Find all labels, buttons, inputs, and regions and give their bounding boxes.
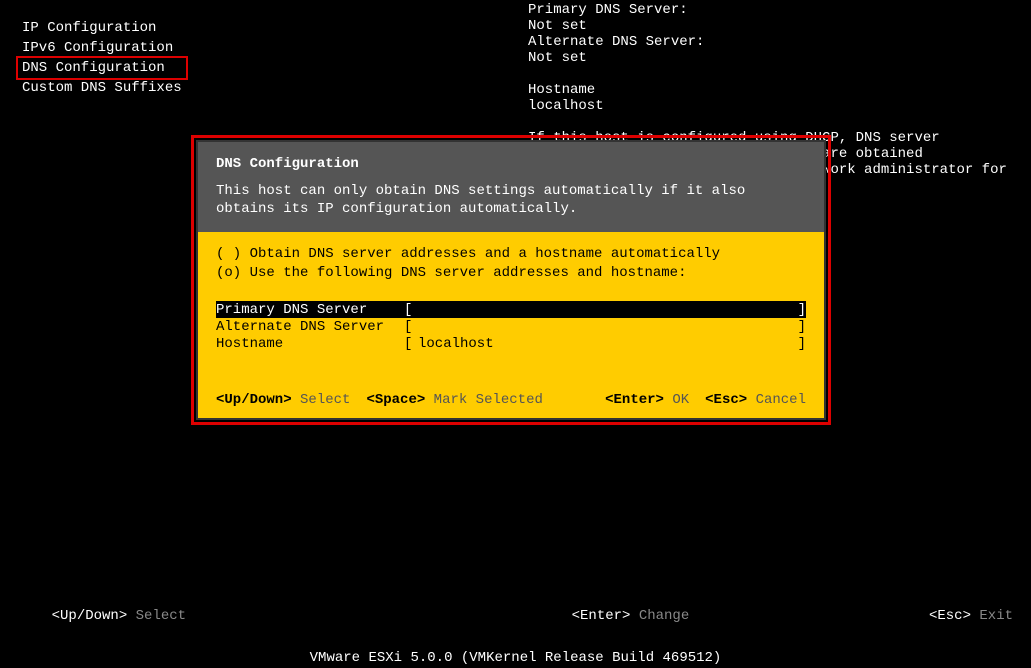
dialog-dns-configuration: DNS Configuration This host can only obt… [196, 140, 826, 420]
key-updown: <Up/Down> [216, 392, 292, 408]
menu-item-dns-config[interactable]: DNS Configuration [18, 58, 186, 78]
alternate-dns-label: Alternate DNS Server: [528, 34, 1008, 50]
key-updown: <Up/Down> [52, 608, 128, 624]
radio-obtain-auto[interactable]: ( ) Obtain DNS server addresses and a ho… [216, 246, 806, 262]
bracket-left: [ [404, 319, 418, 335]
field-label: Hostname [216, 336, 404, 352]
menu-list: IP Configuration IPv6 Configuration DNS … [18, 18, 186, 98]
action-exit: Exit [979, 608, 1013, 624]
key-enter: <Enter> [605, 392, 664, 408]
key-space: <Space> [366, 392, 425, 408]
background-footer: <Up/Down> Select <Enter> Change <Esc> Ex… [18, 592, 1013, 640]
action-cancel[interactable]: Cancel [756, 392, 806, 408]
dialog-header: DNS Configuration This host can only obt… [198, 142, 824, 232]
build-info: VMware ESXi 5.0.0 (VMKernel Release Buil… [0, 650, 1031, 666]
radio-use-manual[interactable]: (o) Use the following DNS server address… [216, 265, 806, 281]
action-select: Select [136, 608, 186, 624]
hostname-value: localhost [528, 98, 1008, 114]
action-change: Change [639, 608, 689, 624]
key-esc: <Esc> [705, 392, 747, 408]
hostname-label: Hostname [528, 82, 1008, 98]
menu-item-ipv6-config[interactable]: IPv6 Configuration [18, 38, 186, 58]
field-label: Primary DNS Server [216, 302, 404, 318]
bracket-right: ] [796, 302, 806, 318]
field-hostname[interactable]: Hostname [ localhost ] [216, 335, 806, 352]
field-value[interactable]: localhost [418, 336, 796, 352]
field-label: Alternate DNS Server [216, 319, 404, 335]
dialog-subtitle: This host can only obtain DNS settings a… [216, 182, 806, 218]
primary-dns-value: Not set [528, 18, 1008, 34]
field-alternate-dns[interactable]: Alternate DNS Server [ ] [216, 318, 806, 335]
field-primary-dns[interactable]: Primary DNS Server [ ] [216, 301, 806, 318]
action-select: Select [300, 392, 350, 408]
alternate-dns-value: Not set [528, 50, 1008, 66]
menu-item-ip-config[interactable]: IP Configuration [18, 18, 186, 38]
dialog-title: DNS Configuration [216, 156, 806, 172]
dialog-footer: <Up/Down> Select <Space> Mark Selected <… [198, 392, 824, 418]
key-esc: <Esc> [929, 608, 971, 624]
bracket-right: ] [796, 336, 806, 352]
primary-dns-label: Primary DNS Server: [528, 2, 1008, 18]
action-mark-selected: Mark Selected [434, 392, 543, 408]
action-ok[interactable]: OK [672, 392, 689, 408]
bracket-right: ] [796, 319, 806, 335]
menu-item-custom-dns-suffixes[interactable]: Custom DNS Suffixes [18, 78, 186, 98]
bracket-left: [ [404, 336, 418, 352]
key-enter: <Enter> [572, 608, 631, 624]
bracket-left: [ [404, 302, 418, 318]
